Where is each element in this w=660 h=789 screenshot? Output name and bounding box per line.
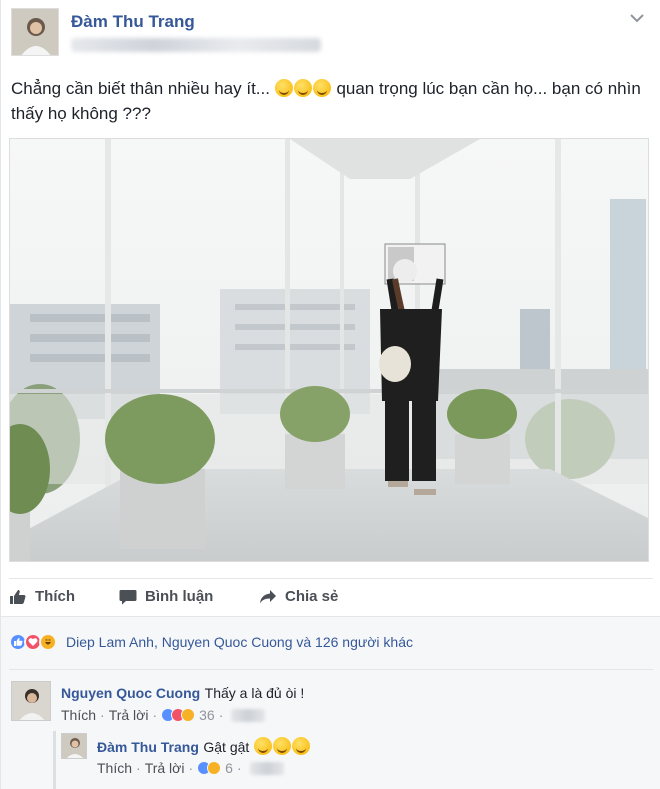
reply-reaction-icons[interactable] xyxy=(197,761,222,775)
commenter-avatar[interactable] xyxy=(11,681,51,721)
comments-section: Diep Lam Anh, Nguyen Quoc Cuong và 126 n… xyxy=(1,616,660,789)
speech-bubble-icon xyxy=(119,589,137,605)
like-button-label: Thích xyxy=(35,588,75,605)
reply-reaction-count: 6 xyxy=(225,760,233,776)
comment-meta: Thích · Trả lời · 36 · xyxy=(61,707,266,723)
post-options-chevron-icon[interactable] xyxy=(630,10,644,26)
separator-dot: · xyxy=(188,760,194,776)
post-timestamp-blurred xyxy=(71,38,321,52)
separator-dot: · xyxy=(236,760,242,776)
share-button[interactable]: Chia sẻ xyxy=(259,588,338,605)
like-button[interactable]: Thích xyxy=(9,588,75,605)
comment-reaction-icons[interactable] xyxy=(161,708,196,722)
thumbs-up-icon xyxy=(9,589,27,605)
reply-timestamp-blurred xyxy=(249,761,284,775)
post-caption: Chẳng cần biết thân nhiều hay ít... quan… xyxy=(11,76,651,126)
share-arrow-icon xyxy=(259,589,277,605)
reply-author-name[interactable]: Đàm Thu Trang xyxy=(97,739,199,755)
comment-timestamp-blurred xyxy=(231,708,266,722)
separator-dot: · xyxy=(218,707,224,723)
share-button-label: Chia sẻ xyxy=(285,588,339,605)
caption-text-part1: Chẳng cần biết thân nhiều hay ít... xyxy=(11,79,270,98)
post-photo[interactable] xyxy=(9,138,649,562)
divider xyxy=(9,669,653,670)
reply-author-avatar[interactable] xyxy=(61,733,87,759)
smile-emoji-icon xyxy=(312,79,331,97)
reply-like-link[interactable]: Thích xyxy=(97,760,132,776)
post-action-bar: Thích Bình luận Chia sẻ xyxy=(9,582,653,616)
comment-body: Nguyen Quoc Cuong Thấy a là đủ òi ! xyxy=(61,685,304,703)
comment-button-label: Bình luận xyxy=(145,588,214,605)
haha-icon xyxy=(39,633,57,651)
reply-meta: Thích · Trả lời · 6 · xyxy=(97,760,284,776)
comment-author-name[interactable]: Nguyen Quoc Cuong xyxy=(61,685,200,701)
reply-text: Gật gật xyxy=(203,739,250,755)
haha-icon xyxy=(181,708,196,722)
smile-emoji-icon xyxy=(291,737,310,755)
comment-text: Thấy a là đủ òi ! xyxy=(204,685,305,701)
comment-button[interactable]: Bình luận xyxy=(119,588,213,605)
smile-emoji-icon xyxy=(272,737,291,755)
comment-reaction-count: 36 xyxy=(199,707,215,723)
facebook-post: Đàm Thu Trang Chẳng cần biết thân nhiều … xyxy=(0,0,660,789)
reply-body: Đàm Thu Trang Gật gật xyxy=(97,737,311,757)
post-author-name[interactable]: Đàm Thu Trang xyxy=(71,12,195,32)
separator-dot: · xyxy=(136,760,141,776)
reply-thread-line xyxy=(53,731,56,789)
haha-icon xyxy=(207,761,222,775)
divider xyxy=(9,578,653,579)
smile-emoji-icon xyxy=(274,79,293,97)
comment-reply-link[interactable]: Trả lời xyxy=(109,707,149,723)
reactions-summary[interactable]: Diep Lam Anh, Nguyen Quoc Cuong và 126 n… xyxy=(9,633,413,651)
comment-like-link[interactable]: Thích xyxy=(61,707,96,723)
separator-dot: · xyxy=(100,707,105,723)
author-avatar[interactable] xyxy=(11,8,59,56)
smile-emoji-icon xyxy=(293,79,312,97)
reactions-summary-text[interactable]: Diep Lam Anh, Nguyen Quoc Cuong và 126 n… xyxy=(66,634,413,650)
separator-dot: · xyxy=(152,707,158,723)
smile-emoji-icon xyxy=(253,737,272,755)
reply-reply-link[interactable]: Trả lời xyxy=(145,760,185,776)
